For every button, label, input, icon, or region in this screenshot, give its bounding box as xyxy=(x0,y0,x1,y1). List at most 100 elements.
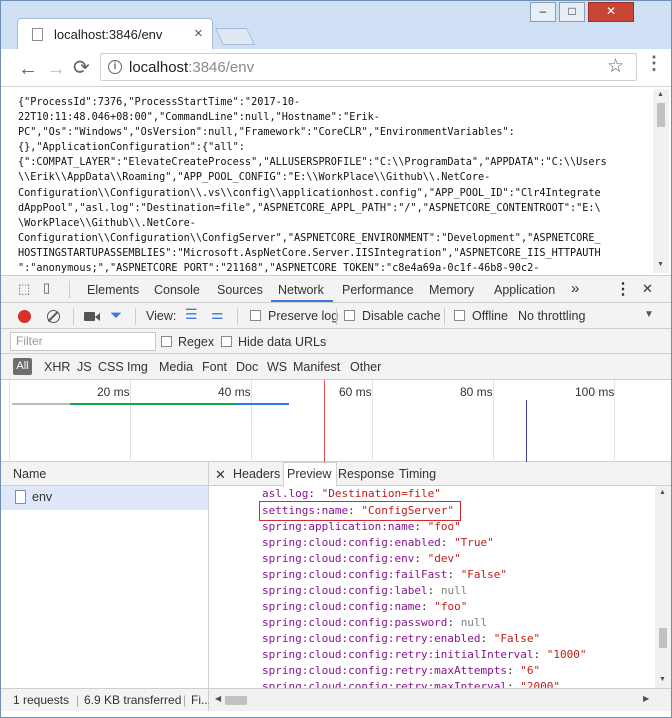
filter-img[interactable]: Img xyxy=(127,360,148,374)
timeline-overview[interactable]: 20 ms 40 ms 60 ms 80 ms 100 ms xyxy=(1,380,671,462)
tab-timing[interactable]: Timing xyxy=(399,467,436,481)
preview-row[interactable]: spring:cloud:config:retry:initialInterva… xyxy=(262,647,587,663)
request-list: Name env xyxy=(1,462,209,688)
filter-input[interactable]: Filter xyxy=(10,332,156,351)
tab-close-icon[interactable]: × xyxy=(194,25,203,42)
offline-checkbox[interactable] xyxy=(454,310,465,321)
browser-tab[interactable]: localhost:3846/env × xyxy=(17,18,213,50)
camera-icon[interactable] xyxy=(84,312,95,321)
filter-js[interactable]: JS xyxy=(77,360,92,374)
scroll-down-icon[interactable]: ▼ xyxy=(659,676,666,683)
preview-row[interactable]: asl.log: "Destination=file" xyxy=(262,486,441,502)
inspect-element-icon[interactable]: ⬚ xyxy=(18,281,30,297)
close-window-button[interactable]: ✕ xyxy=(588,2,634,22)
tab-preview[interactable]: Preview xyxy=(287,467,331,481)
preview-row[interactable]: spring:cloud:config:name: "foo" xyxy=(262,599,467,615)
more-tabs-icon[interactable]: » xyxy=(571,280,579,297)
json-line: Configuration\\Configuration\\ConfigServ… xyxy=(18,232,601,244)
request-count: 1 requests xyxy=(13,693,70,707)
json-line: {"ProcessId":7376,"ProcessStartTime":"20… xyxy=(18,97,301,108)
bookmark-star-icon[interactable]: ☆ xyxy=(607,55,624,78)
preview-row[interactable]: spring:cloud:config:enabled: "True" xyxy=(262,535,494,551)
status-separator: | xyxy=(183,693,187,707)
page-scrollbar[interactable]: ▲ ▼ xyxy=(653,89,669,273)
tab-network[interactable]: Network xyxy=(278,283,324,297)
tab-console[interactable]: Console xyxy=(154,283,200,297)
tab-headers[interactable]: Headers xyxy=(233,467,280,481)
minimize-button[interactable]: – xyxy=(530,2,556,22)
tick-label: 80 ms xyxy=(460,385,493,399)
tab-application[interactable]: Application xyxy=(494,283,555,297)
preview-row[interactable]: spring:cloud:config:retry:maxAttempts: "… xyxy=(262,663,540,679)
filter-doc[interactable]: Doc xyxy=(236,360,258,374)
preview-scroll-thumb[interactable] xyxy=(659,628,667,648)
filter-other[interactable]: Other xyxy=(350,360,381,374)
tick-label: 60 ms xyxy=(339,385,372,399)
preview-horizontal-scrollbar[interactable]: ◀ ▶ xyxy=(209,688,671,711)
scroll-right-icon[interactable]: ▶ xyxy=(643,694,649,703)
grid-line xyxy=(372,380,373,462)
highlight-box xyxy=(259,501,461,521)
name-column-header[interactable]: Name xyxy=(1,462,208,486)
horizontal-scroll-thumb[interactable] xyxy=(225,696,247,705)
grid-line xyxy=(251,380,252,462)
browser-menu-icon[interactable]: ⋮ xyxy=(645,54,663,72)
back-icon[interactable]: ← xyxy=(18,58,38,80)
name-header-label: Name xyxy=(13,467,47,481)
scroll-down-icon[interactable]: ▼ xyxy=(657,261,664,268)
tab-performance[interactable]: Performance xyxy=(342,283,414,297)
document-icon xyxy=(15,490,26,504)
large-rows-icon[interactable]: ☰ xyxy=(185,306,198,323)
preview-row[interactable]: spring:cloud:config:env: "dev" xyxy=(262,551,461,567)
preview-row[interactable]: spring:application:name: "foo" xyxy=(262,519,461,535)
offline-label: Offline xyxy=(472,309,508,323)
preserve-log-checkbox[interactable] xyxy=(250,310,261,321)
filter-media[interactable]: Media xyxy=(159,360,193,374)
filter-icon[interactable]: ⏷ xyxy=(110,307,122,324)
devtools-close-icon[interactable]: ✕ xyxy=(642,281,653,297)
page-scroll-thumb[interactable] xyxy=(657,103,665,127)
tab-elements[interactable]: Elements xyxy=(87,283,139,297)
preview-row[interactable]: spring:cloud:config:retry:enabled: "Fals… xyxy=(262,631,540,647)
preview-row[interactable]: spring:cloud:config:password: null xyxy=(262,615,487,631)
record-icon[interactable] xyxy=(18,310,31,323)
network-status-bar: 1 requests | 6.9 KB transferred | Fi... xyxy=(1,688,211,711)
filter-css[interactable]: CSS xyxy=(98,360,124,374)
chevron-down-icon[interactable]: ▼ xyxy=(644,309,654,320)
request-name[interactable]: env xyxy=(32,490,52,504)
forward-icon[interactable]: → xyxy=(46,58,66,80)
tab-response[interactable]: Response xyxy=(338,467,394,481)
regex-checkbox[interactable] xyxy=(161,336,172,347)
preview-scrollbar[interactable]: ▲ ▼ xyxy=(655,486,671,688)
url-text[interactable]: localhost:3846/env xyxy=(129,59,254,76)
scroll-up-icon[interactable]: ▲ xyxy=(657,91,664,98)
resource-type-filters: All XHR JS CSS Img Media Font Doc WS Man… xyxy=(1,354,671,380)
tab-sources[interactable]: Sources xyxy=(217,283,263,297)
throttling-select[interactable]: No throttling xyxy=(518,309,585,323)
transferred-size: 6.9 KB transferred xyxy=(84,693,182,707)
scroll-left-icon[interactable]: ◀ xyxy=(215,694,221,703)
detail-close-icon[interactable]: ✕ xyxy=(215,467,226,483)
reload-icon[interactable]: ⟳ xyxy=(73,57,90,79)
filter-xhr[interactable]: XHR xyxy=(44,360,70,374)
devtools-menu-icon[interactable]: ⋮ xyxy=(615,279,631,299)
filter-font[interactable]: Font xyxy=(202,360,227,374)
address-bar[interactable]: i localhost:3846/env xyxy=(100,53,637,81)
scroll-up-icon[interactable]: ▲ xyxy=(659,489,666,496)
maximize-button[interactable]: □ xyxy=(559,2,585,22)
tab-memory[interactable]: Memory xyxy=(429,283,474,297)
info-icon[interactable]: i xyxy=(108,60,122,74)
json-line: {":COMPAT_LAYER":"ElevateCreateProcess",… xyxy=(18,157,607,169)
new-tab-button[interactable] xyxy=(215,28,255,45)
device-toolbar-icon[interactable]: ▯ xyxy=(43,280,50,296)
waterfall-icon[interactable]: ⚌ xyxy=(211,306,224,323)
filter-ws[interactable]: WS xyxy=(267,360,287,374)
filter-manifest[interactable]: Manifest xyxy=(293,360,340,374)
preview-row[interactable]: spring:cloud:config:label: null xyxy=(262,583,467,599)
clear-icon[interactable] xyxy=(47,310,60,323)
hide-data-urls-checkbox[interactable] xyxy=(221,336,232,347)
disable-cache-checkbox[interactable] xyxy=(344,310,355,321)
preview-row[interactable]: spring:cloud:config:failFast: "False" xyxy=(262,567,507,583)
filter-all[interactable]: All xyxy=(13,358,32,375)
preview-row[interactable]: spring:cloud:config:retry:maxInterval: "… xyxy=(262,679,560,688)
